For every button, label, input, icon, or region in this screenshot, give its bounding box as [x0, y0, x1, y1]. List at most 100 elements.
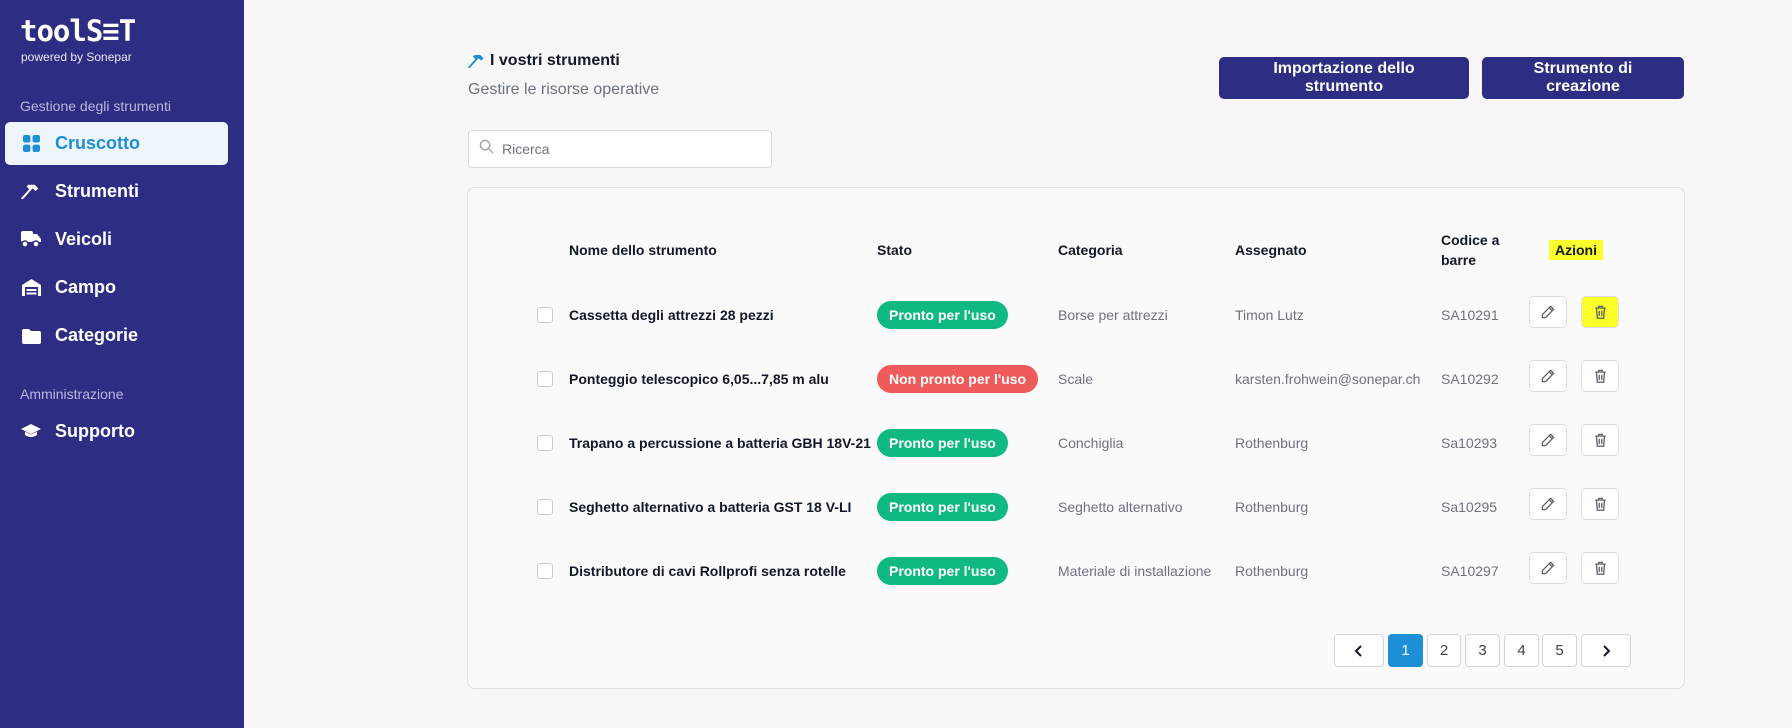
search-icon	[479, 139, 494, 159]
trash-icon	[1594, 433, 1606, 447]
table-row: Trapano a percussione a batteria GBH 18V…	[468, 411, 1684, 475]
tool-barcode: SA10291	[1441, 307, 1499, 323]
delete-button[interactable]	[1581, 296, 1619, 328]
pencil-icon	[1541, 305, 1555, 319]
column-header-barcode[interactable]: Codice a barre	[1441, 230, 1511, 270]
pencil-icon	[1541, 369, 1555, 383]
status-badge: Pronto per l'uso	[877, 557, 1008, 585]
pagination-prev[interactable]	[1334, 634, 1384, 667]
delete-button[interactable]	[1581, 552, 1619, 584]
column-header-status[interactable]: Stato	[877, 240, 912, 260]
pagination-page-2[interactable]: 2	[1427, 634, 1461, 667]
sidebar-item-categorie[interactable]: Categorie	[5, 314, 228, 357]
tool-name: Ponteggio telescopico 6,05...7,85 m alu	[569, 371, 829, 387]
pencil-icon	[1541, 561, 1555, 575]
table-row: Seghetto alternativo a batteria GST 18 V…	[468, 475, 1684, 539]
sidebar-item-cruscotto[interactable]: Cruscotto	[5, 122, 228, 165]
tool-assigned: karsten.frohwein@sonepar.ch	[1235, 371, 1421, 387]
tool-barcode: Sa10293	[1441, 435, 1498, 451]
sidebar-item-label: Campo	[55, 277, 117, 297]
dashboard-icon	[21, 134, 41, 154]
tool-assigned: Rothenburg	[1235, 499, 1309, 515]
graduation-cap-icon	[21, 422, 41, 442]
sidebar-item-label: Veicoli	[55, 229, 113, 249]
row-checkbox[interactable]	[537, 307, 553, 323]
column-header-name[interactable]: Nome dello strumento	[569, 240, 717, 260]
row-checkbox[interactable]	[537, 563, 553, 579]
tool-category: Materiale di installazione	[1058, 563, 1212, 579]
chevron-left-icon	[1354, 644, 1362, 657]
warehouse-icon	[21, 278, 41, 298]
tool-barcode: SA10297	[1441, 563, 1499, 579]
tool-category: Scale	[1058, 371, 1094, 387]
sidebar-section-tools: Gestione degli strumenti	[20, 98, 171, 114]
column-header-actions: Azioni	[1549, 240, 1603, 260]
logo-tagline: powered by Sonepar	[21, 50, 132, 64]
sidebar-item-label: Cruscotto	[55, 133, 140, 153]
tool-category: Borse per attrezzi	[1058, 307, 1168, 323]
status-badge: Pronto per l'uso	[877, 301, 1008, 329]
tool-name: Seghetto alternativo a batteria GST 18 V…	[569, 499, 852, 515]
row-checkbox[interactable]	[537, 435, 553, 451]
edit-button[interactable]	[1529, 296, 1567, 328]
tool-name: Trapano a percussione a batteria GBH 18V…	[569, 435, 871, 451]
delete-button[interactable]	[1581, 488, 1619, 520]
pagination-page-3[interactable]: 3	[1465, 634, 1500, 667]
column-header-category[interactable]: Categoria	[1058, 240, 1123, 260]
trash-icon	[1594, 369, 1606, 383]
trash-icon	[1594, 497, 1606, 511]
hammer-icon	[21, 182, 41, 202]
trash-icon	[1594, 561, 1606, 575]
pagination-page-5[interactable]: 5	[1542, 634, 1577, 667]
edit-button[interactable]	[1529, 360, 1567, 392]
pagination-next[interactable]	[1581, 634, 1631, 667]
sidebar-section-admin: Amministrazione	[20, 386, 124, 402]
page-title-text: I vostri strumenti	[490, 52, 620, 69]
status-badge: Pronto per l'uso	[877, 429, 1008, 457]
import-tool-button[interactable]: Importazione dello strumento	[1219, 57, 1469, 99]
sidebar: toolS≡T powered by Sonepar Gestione degl…	[0, 0, 244, 728]
status-badge: Pronto per l'uso	[877, 493, 1008, 521]
page-title: I vostri strumenti	[468, 52, 620, 70]
hammer-icon	[468, 53, 486, 70]
pagination-page-4[interactable]: 4	[1504, 634, 1539, 667]
sidebar-item-veicoli[interactable]: Veicoli	[5, 218, 228, 261]
pencil-icon	[1541, 433, 1555, 447]
delete-button[interactable]	[1581, 424, 1619, 456]
pagination-page-1[interactable]: 1	[1388, 634, 1423, 667]
sidebar-item-label: Categorie	[55, 325, 139, 345]
tool-barcode: SA10292	[1441, 371, 1499, 387]
row-checkbox[interactable]	[537, 371, 553, 387]
tool-category: Seghetto alternativo	[1058, 499, 1183, 515]
status-badge: Non pronto per l'uso	[877, 365, 1039, 393]
logo[interactable]: toolS≡T powered by Sonepar	[20, 14, 136, 64]
tool-assigned: Rothenburg	[1235, 435, 1309, 451]
edit-button[interactable]	[1529, 424, 1567, 456]
tool-assigned: Timon Lutz	[1235, 307, 1304, 323]
table-row: Distributore di cavi Rollprofi senza rot…	[468, 539, 1684, 603]
delete-button[interactable]	[1581, 360, 1619, 392]
tool-assigned: Rothenburg	[1235, 563, 1309, 579]
sidebar-item-label: Strumenti	[55, 181, 140, 201]
chevron-right-icon	[1603, 644, 1611, 657]
sidebar-item-supporto[interactable]: Supporto	[5, 410, 228, 453]
create-tool-button[interactable]: Strumento di creazione	[1482, 57, 1684, 99]
logo-text: toolS≡T	[20, 14, 136, 48]
tool-name: Distributore di cavi Rollprofi senza rot…	[569, 563, 846, 579]
page-subtitle: Gestire le risorse operative	[468, 81, 660, 98]
folder-icon	[21, 326, 41, 346]
row-checkbox[interactable]	[537, 499, 553, 515]
sidebar-item-strumenti[interactable]: Strumenti	[5, 170, 228, 213]
search-box[interactable]	[468, 130, 772, 168]
column-header-assigned[interactable]: Assegnato	[1235, 240, 1307, 260]
edit-button[interactable]	[1529, 552, 1567, 584]
edit-button[interactable]	[1529, 488, 1567, 520]
table-row: Ponteggio telescopico 6,05...7,85 m alu …	[468, 347, 1684, 411]
trash-icon	[1594, 305, 1606, 319]
sidebar-item-label: Supporto	[55, 421, 135, 441]
search-input[interactable]	[502, 141, 752, 157]
tool-category: Conchiglia	[1058, 435, 1124, 451]
tools-table-card: Nome dello strumento Stato Categoria Ass…	[467, 187, 1685, 689]
table-row: Cassetta degli attrezzi 28 pezzi Pronto …	[468, 283, 1684, 347]
sidebar-item-campo[interactable]: Campo	[5, 266, 228, 309]
